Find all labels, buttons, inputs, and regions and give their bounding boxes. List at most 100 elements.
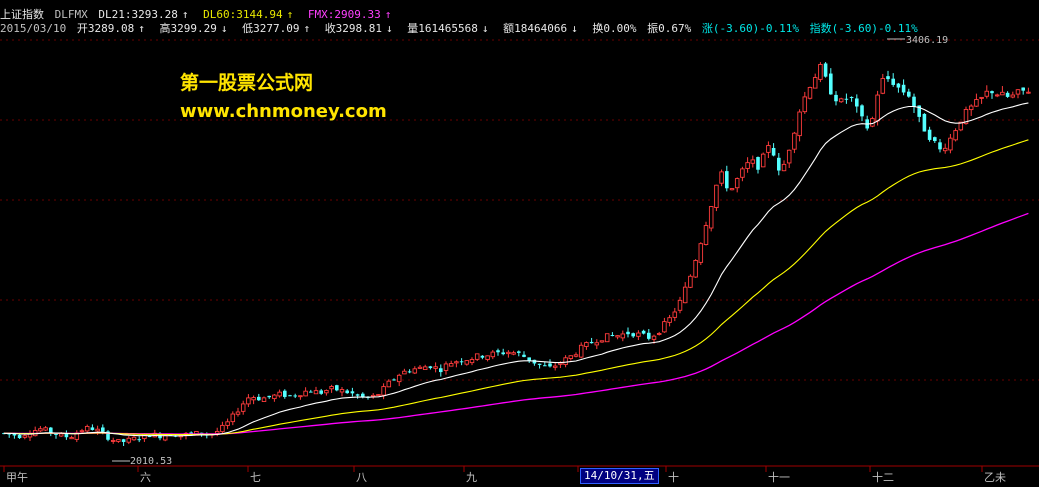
candle-up <box>656 333 662 335</box>
candle-up <box>968 105 974 111</box>
candle-up <box>812 77 818 89</box>
candle-down <box>137 439 141 441</box>
candle-up <box>116 439 121 442</box>
quote-high: 高3299.29 ↓ <box>159 22 228 35</box>
candle-down <box>844 98 849 100</box>
candle-down <box>392 379 396 381</box>
candle-up <box>880 78 886 94</box>
fmx-line <box>4 212 1029 435</box>
candle-up <box>604 333 610 343</box>
candle-up <box>703 225 709 246</box>
candle-up <box>230 413 236 423</box>
candle-up <box>454 361 459 364</box>
candle-up <box>84 425 90 432</box>
candle-down <box>610 335 615 337</box>
annotations: 3406.19 2010.53 <box>112 35 948 467</box>
candle-down <box>428 366 433 369</box>
cursor-date-box: 14/10/31,五 <box>580 468 659 484</box>
candle-up <box>246 397 251 405</box>
quote-amount: 额18464066 ↓ <box>503 22 578 35</box>
candle-down <box>896 83 901 88</box>
candle-up <box>464 360 470 365</box>
candle-down <box>849 96 854 98</box>
fmx-value: FMX:2909.33 ↑ <box>307 8 392 21</box>
candle-down <box>927 129 932 140</box>
candle-up <box>584 342 589 347</box>
candle-down <box>922 113 927 132</box>
candle-up <box>396 374 402 383</box>
candle-up <box>636 332 641 337</box>
candle-up <box>1026 91 1031 94</box>
candle-up <box>734 178 740 189</box>
candle-up <box>1015 89 1021 95</box>
candle-down <box>517 351 521 353</box>
x-label-sep: 九 <box>466 471 477 484</box>
candle-up <box>948 137 953 151</box>
candle-down <box>288 395 292 397</box>
index-name[interactable]: 上证指数 <box>0 8 44 21</box>
candle-up <box>277 391 282 397</box>
candle-down <box>855 98 859 107</box>
candle-up <box>662 321 667 333</box>
candle-up <box>698 243 704 263</box>
dl60-line <box>4 139 1029 436</box>
kline-chart[interactable]: 3406.19 2010.53 <box>0 0 1039 487</box>
candle-up <box>792 132 797 150</box>
candle-up <box>95 428 100 432</box>
candle-down <box>345 390 349 394</box>
candle-down <box>439 368 443 373</box>
candle-up <box>324 389 329 394</box>
candle-up <box>750 159 756 164</box>
candle-up <box>131 436 137 441</box>
candle-up <box>802 96 808 113</box>
candle-up <box>220 424 225 433</box>
candle-up <box>714 184 719 208</box>
candle-up <box>126 437 132 443</box>
candle-up <box>22 435 28 438</box>
candle-down <box>522 354 526 357</box>
candle-down <box>725 171 729 189</box>
candle-down <box>293 395 297 397</box>
candle-up <box>298 395 303 398</box>
candle-up <box>786 149 792 164</box>
candle-down <box>283 390 287 397</box>
dl60-value: DL60:3144.94 ↑ <box>203 8 294 21</box>
candle-down <box>350 391 355 394</box>
candle-up <box>448 363 454 367</box>
candle-up <box>261 397 267 402</box>
candle-down <box>829 73 833 95</box>
candle-down <box>834 94 838 102</box>
candle-up <box>682 286 688 304</box>
candle-down <box>589 341 594 344</box>
candle-up <box>329 386 334 390</box>
dl21-line <box>3 102 1029 437</box>
candle-down <box>361 393 365 397</box>
candle-up <box>688 275 693 288</box>
candle-up <box>838 98 844 103</box>
quote-change: 涨(-3.60)-0.11% <box>701 22 799 35</box>
candle-up <box>43 427 48 431</box>
candle-down <box>496 350 500 353</box>
candle-up <box>381 386 386 396</box>
x-label-jiawu: 甲午 <box>6 471 28 484</box>
candle-down <box>407 371 412 373</box>
candle-up <box>490 351 496 358</box>
candle-up <box>979 96 984 99</box>
quote-low: 低3277.09 ↑ <box>242 22 311 35</box>
candle-up <box>994 94 1000 97</box>
candle-up <box>615 335 620 338</box>
indicator-name[interactable]: DLFMX <box>55 8 88 21</box>
watermark-url: www.chnmoney.com <box>180 101 387 122</box>
candle-up <box>443 363 449 371</box>
candle-up <box>469 359 475 364</box>
quote-close: 收3298.81 ↓ <box>324 22 393 35</box>
candle-down <box>938 142 942 150</box>
x-label-jul: 七 <box>250 471 261 484</box>
candle-up <box>370 394 376 397</box>
candle-down <box>891 78 895 85</box>
candle-up <box>672 311 678 318</box>
candle-up <box>729 188 735 191</box>
candle-down <box>901 84 906 93</box>
candle-down <box>121 439 126 443</box>
x-label-jun: 六 <box>140 471 151 484</box>
